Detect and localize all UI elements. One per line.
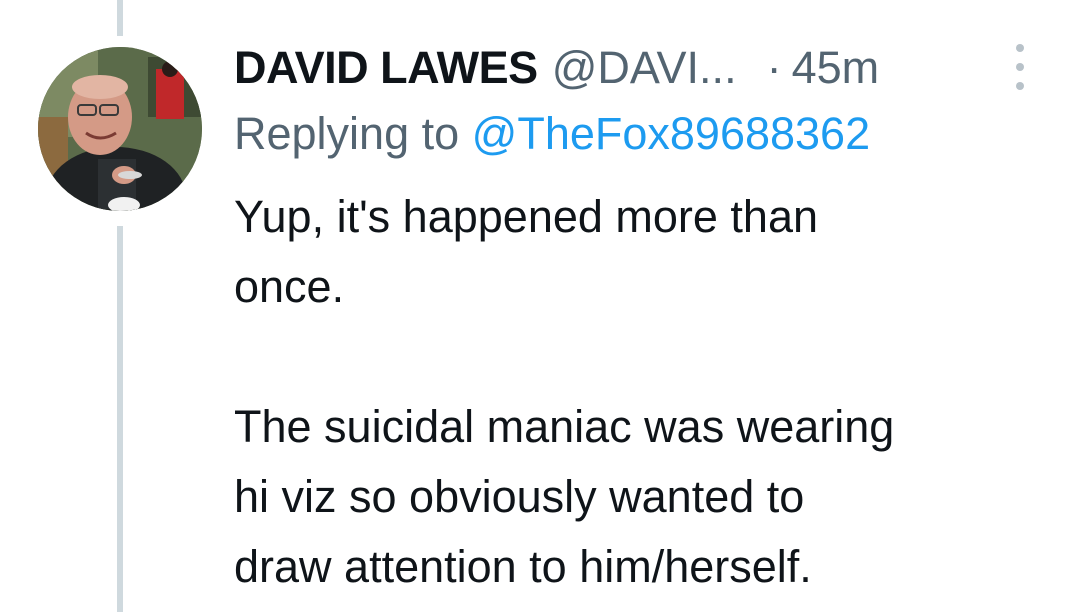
replying-prefix: Replying to: [234, 108, 460, 159]
more-dot: [1016, 82, 1024, 90]
tweet-text-line: once.: [234, 261, 345, 312]
tweet-text: Yup, it's happened more than once. The s…: [234, 182, 1054, 602]
tweet-time[interactable]: 45m: [792, 42, 880, 94]
tweet-header: DAVID LAWES @DAVI... · 45m: [234, 38, 879, 98]
author-name[interactable]: DAVID LAWES: [234, 42, 538, 94]
more-dot: [1016, 63, 1024, 71]
tweet-text-line: The suicidal maniac was wearing: [234, 401, 895, 452]
avatar[interactable]: [38, 47, 202, 211]
replying-mention-link[interactable]: @TheFox89688362: [472, 108, 870, 159]
avatar-photo: [38, 47, 202, 211]
tweet-text-line: draw attention to him/herself.: [234, 541, 812, 592]
tweet-text-line: Yup, it's happened more than: [234, 191, 819, 242]
more-vertical-icon[interactable]: [1010, 44, 1030, 90]
tweet-text-line: hi viz so obviously wanted to: [234, 471, 805, 522]
replying-to-line: Replying to @TheFox89688362: [234, 108, 870, 160]
more-dot: [1016, 44, 1024, 52]
author-handle[interactable]: @DAVI...: [552, 42, 737, 94]
separator-dot: ·: [766, 42, 782, 93]
